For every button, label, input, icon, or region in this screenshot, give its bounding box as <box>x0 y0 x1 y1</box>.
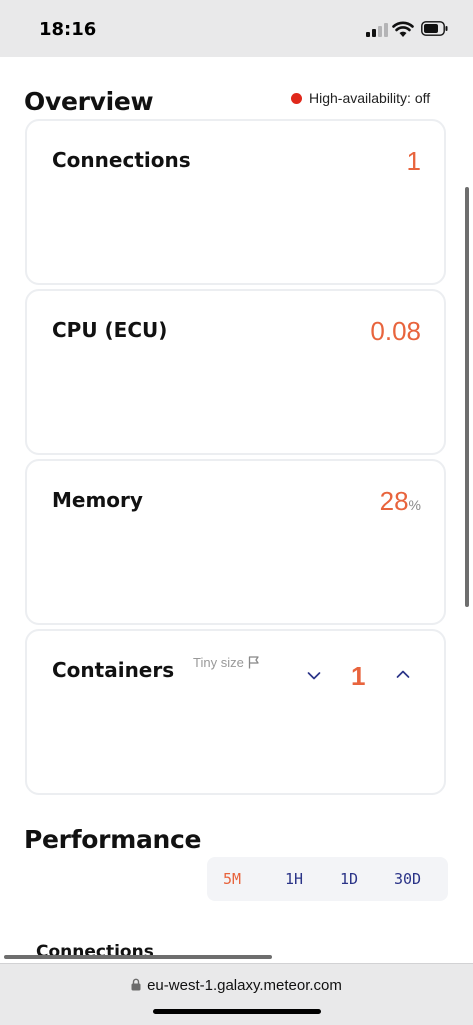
status-dot-icon <box>291 93 302 104</box>
lock-icon <box>131 978 141 991</box>
containers-value: 1 <box>351 661 366 691</box>
vertical-scrollbar[interactable] <box>465 187 469 607</box>
connections-card: Connections 1 <box>25 119 446 285</box>
performance-connections-title: Connections <box>36 942 154 962</box>
memory-value: 28% <box>380 486 421 517</box>
battery-icon <box>421 21 448 36</box>
range-1h[interactable]: 1H <box>285 870 303 888</box>
page-content: Overview High-availability: off Connecti… <box>0 57 473 963</box>
range-30d[interactable]: 30D <box>394 870 421 888</box>
range-1d[interactable]: 1D <box>340 870 358 888</box>
memory-title: Memory <box>52 488 143 512</box>
overview-title: Overview <box>24 87 154 116</box>
containers-card: Containers Tiny size 1 <box>25 629 446 795</box>
flag-icon <box>248 656 259 669</box>
memory-number: 28 <box>379 486 409 516</box>
home-indicator[interactable] <box>153 1009 321 1014</box>
performance-title: Performance <box>24 825 202 854</box>
time-range-selector: 5M 1H 1D 30D <box>207 857 448 901</box>
container-size-tag[interactable]: Tiny size <box>193 655 260 670</box>
browser-address-bar: eu-west-1.galaxy.meteor.com <box>0 963 473 1025</box>
horizontal-scrollbar[interactable] <box>4 955 272 959</box>
decrease-containers-button[interactable] <box>307 671 321 681</box>
cellular-signal-icon <box>366 23 388 37</box>
status-bar: 18:16 <box>0 0 473 57</box>
url-field[interactable]: eu-west-1.galaxy.meteor.com <box>0 977 473 994</box>
container-size-label: Tiny size <box>193 655 244 670</box>
high-availability-label: High-availability: off <box>309 90 431 106</box>
containers-title: Containers <box>52 658 175 682</box>
connections-title: Connections <box>52 148 191 172</box>
connections-value: 1 <box>406 146 421 176</box>
high-availability-status: High-availability: off <box>291 90 430 106</box>
increase-containers-button[interactable] <box>396 669 410 679</box>
cpu-title: CPU (ECU) <box>52 318 168 342</box>
url-text: eu-west-1.galaxy.meteor.com <box>147 977 342 994</box>
range-5m[interactable]: 5M <box>223 870 241 888</box>
status-time: 18:16 <box>39 19 97 40</box>
memory-unit: % <box>408 497 421 513</box>
memory-card: Memory 28% <box>25 459 446 625</box>
cpu-card: CPU (ECU) 0.08 <box>25 289 446 455</box>
cpu-value: 0.08 <box>370 316 421 346</box>
wifi-icon <box>392 21 414 37</box>
